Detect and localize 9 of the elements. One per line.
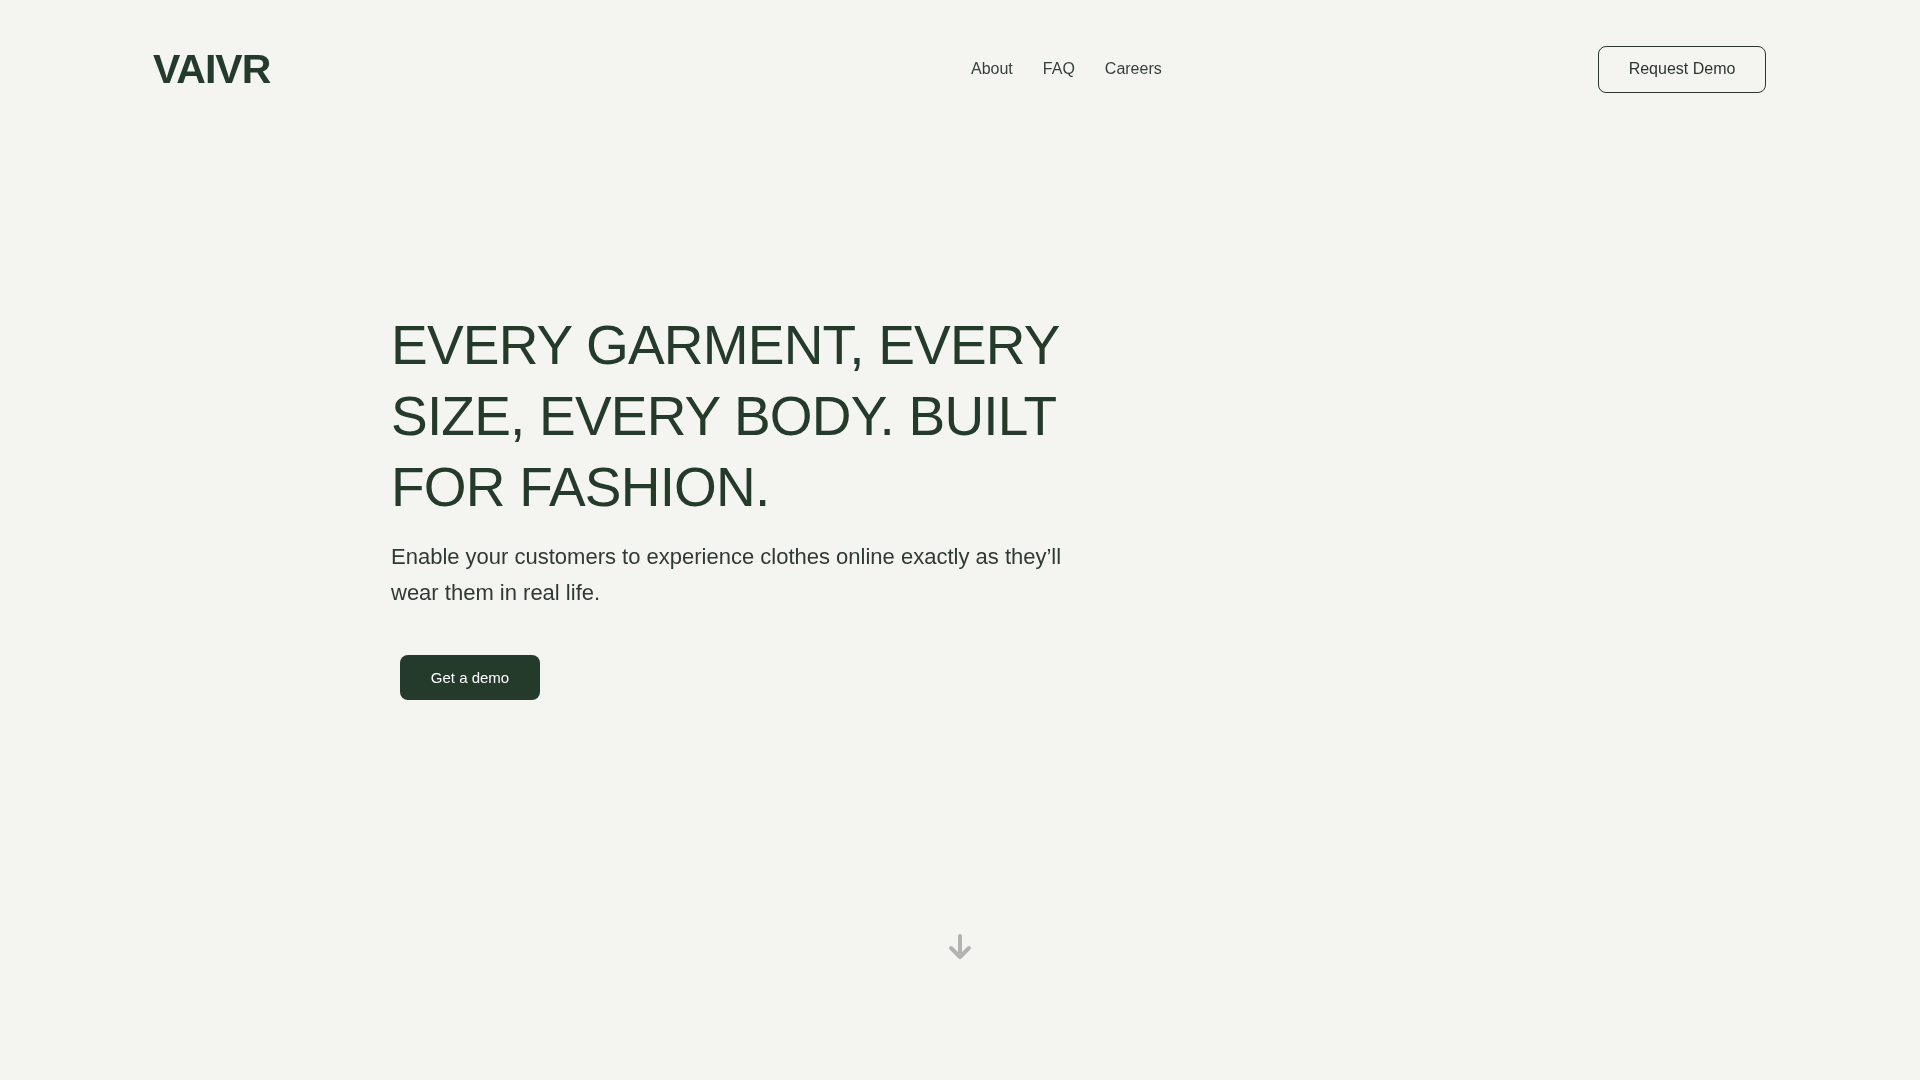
nav-link[interactable]: About	[971, 60, 1013, 78]
request-demo-button[interactable]: Request Demo	[1598, 45, 1766, 93]
get-demo-button[interactable]: Get a demo	[400, 655, 540, 700]
nav-link[interactable]: Careers	[1104, 60, 1162, 78]
nav-link[interactable]: FAQ	[1042, 60, 1075, 78]
arrow-down-icon[interactable]	[947, 934, 973, 960]
logo[interactable]: VAIVR	[153, 45, 271, 93]
hero-heading: EVERY GARMENT, EVERY SIZE, EVERY BODY. BUILT FOR FASHION.	[391, 313, 1060, 520]
hero-subtitle: Enable your customers to experience clothes online exactly as they’ll wear them in real life.	[391, 543, 1063, 607]
